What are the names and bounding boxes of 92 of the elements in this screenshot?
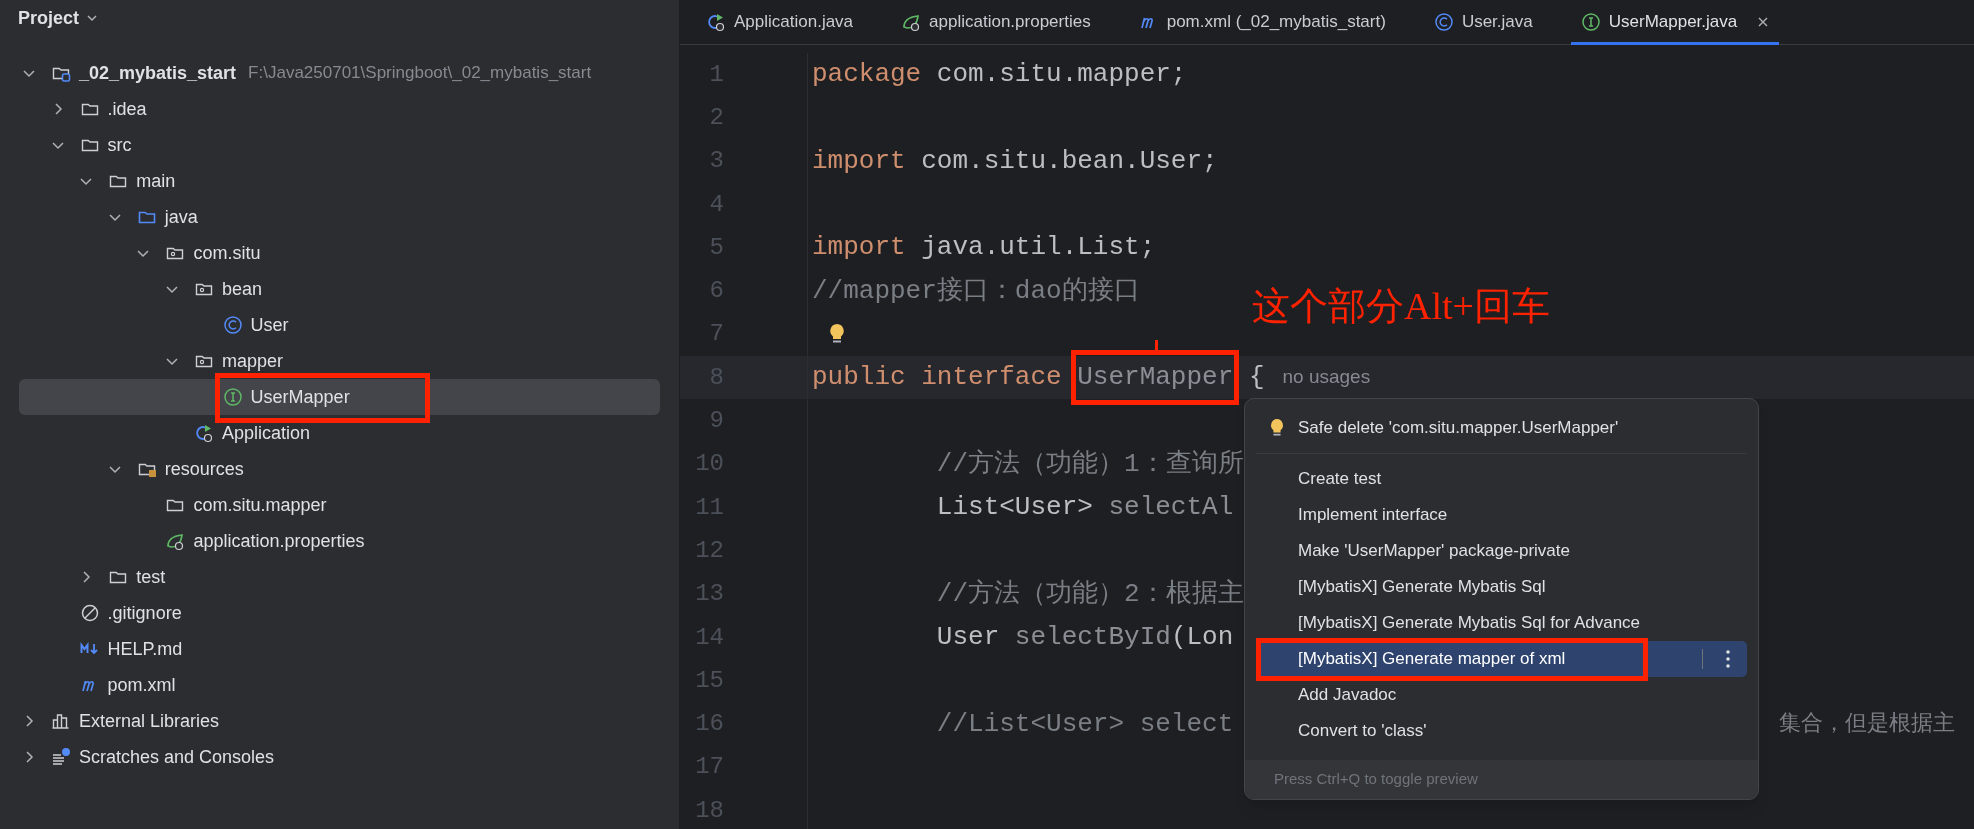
menu-item[interactable]: Add Javadoc bbox=[1256, 677, 1747, 713]
menu-item[interactable]: Convert to 'class' bbox=[1256, 713, 1747, 749]
code-token: //mapper接口：dao的接口 bbox=[812, 274, 1140, 308]
tree-item[interactable]: .gitignore bbox=[19, 595, 660, 631]
item-label: com.situ.mapper bbox=[193, 493, 327, 517]
editor-tab[interactable]: UserMapper.java bbox=[1570, 0, 1780, 44]
tree-item[interactable]: application.properties bbox=[19, 523, 660, 559]
editor-tab[interactable]: User.java bbox=[1423, 0, 1543, 44]
tree-item[interactable]: .idea bbox=[19, 91, 660, 127]
item-label: resources bbox=[164, 457, 244, 481]
item-label: src bbox=[107, 133, 132, 157]
pointer-mark bbox=[1155, 340, 1159, 351]
app-icon bbox=[706, 12, 726, 32]
code-token: List<User> bbox=[935, 491, 1094, 525]
item-label: com.situ bbox=[193, 241, 261, 265]
tree-item[interactable]: resources bbox=[19, 451, 660, 487]
class-icon bbox=[1433, 12, 1454, 32]
item-label: User bbox=[250, 313, 289, 337]
tree-item[interactable]: HELP.md bbox=[19, 631, 660, 667]
popup-footer: Press Ctrl+Q to toggle preview bbox=[1245, 760, 1758, 799]
scratches-icon bbox=[51, 747, 71, 767]
tree-item[interactable]: Scratches and Consoles bbox=[19, 739, 660, 775]
code-token: package bbox=[812, 58, 922, 92]
menu-item[interactable]: Make 'UserMapper' package-private bbox=[1256, 533, 1747, 569]
item-label: HELP.md bbox=[107, 637, 183, 661]
more-icon[interactable] bbox=[1725, 649, 1731, 669]
code-token: { bbox=[1247, 361, 1265, 395]
item-label: application.properties bbox=[193, 529, 365, 553]
editor-tab[interactable]: application.properties bbox=[891, 0, 1101, 44]
code-token: //方法（功能）1：查询所 bbox=[935, 447, 1244, 481]
item-label: bean bbox=[222, 277, 263, 301]
tree-item[interactable]: pom.xml bbox=[19, 667, 660, 703]
code-token: //List<User> select bbox=[935, 707, 1234, 741]
code-token: selectAl bbox=[1108, 491, 1234, 525]
panel-title[interactable]: Project bbox=[18, 4, 80, 32]
tree-item[interactable]: User bbox=[19, 307, 660, 343]
item-label: .idea bbox=[107, 97, 147, 121]
item-label: Application bbox=[222, 421, 311, 445]
code-token: public interface bbox=[812, 361, 1063, 395]
menu-item[interactable]: [MybatisX] Generate Mybatis Sql for Advance bbox=[1256, 605, 1747, 641]
class-icon bbox=[222, 315, 243, 335]
tree-item[interactable]: main bbox=[19, 163, 660, 199]
item-label: java bbox=[164, 205, 198, 229]
item-label: pom.xml bbox=[107, 673, 176, 697]
editor-tab[interactable]: Application.java bbox=[696, 0, 864, 44]
tree-item[interactable]: com.situ.mapper bbox=[19, 487, 660, 523]
code-token: User bbox=[935, 621, 1001, 654]
code-token: selectById bbox=[1014, 621, 1171, 654]
tree-item[interactable]: mapper bbox=[19, 343, 660, 379]
code-token: com.situ.mapper; bbox=[935, 58, 1187, 92]
code-token: (Lon bbox=[1170, 621, 1234, 654]
lightbulb-icon bbox=[1269, 417, 1285, 439]
annotation-text: 这个部分Alt+回车 bbox=[1252, 284, 1550, 329]
item-label: main bbox=[136, 169, 176, 193]
menu-item[interactable]: Safe delete 'com.situ.mapper.UserMapper' bbox=[1256, 410, 1747, 446]
code-token: 集合，但是根据主 bbox=[1779, 710, 1955, 739]
app-icon bbox=[194, 423, 214, 443]
code-token: import bbox=[812, 231, 906, 265]
blocked-icon bbox=[79, 603, 100, 623]
interface-icon bbox=[1580, 12, 1601, 32]
library-icon bbox=[51, 711, 71, 731]
inlay-hint: no usages bbox=[1282, 365, 1371, 390]
code-token: com.situ.bean.User; bbox=[920, 144, 1218, 178]
menu-item[interactable]: [MybatisX] Generate Mybatis Sql bbox=[1256, 569, 1747, 605]
module-path: F:\Java250701\Springboot\_02_mybatis_start bbox=[248, 62, 592, 85]
item-label: test bbox=[136, 565, 166, 589]
tree-item[interactable]: Application bbox=[19, 415, 660, 451]
item-label: mapper bbox=[222, 349, 284, 373]
item-label: Scratches and Consoles bbox=[79, 745, 275, 769]
editor-tab[interactable]: pom.xml (_02_mybatis_start) bbox=[1128, 0, 1396, 44]
item-label: External Libraries bbox=[79, 709, 220, 733]
item-label: .gitignore bbox=[107, 601, 182, 625]
leaf-icon bbox=[165, 531, 186, 551]
item-label: _02_mybatis_start bbox=[79, 61, 237, 85]
code-token: java.util.List; bbox=[920, 231, 1156, 265]
menu-item[interactable]: Create test bbox=[1256, 461, 1747, 497]
menu-item[interactable]: Implement interface bbox=[1256, 497, 1747, 533]
tree-item[interactable]: java bbox=[19, 199, 660, 235]
interface-icon bbox=[222, 387, 243, 407]
close-icon[interactable] bbox=[1757, 16, 1770, 28]
code-token: UserMapper bbox=[1077, 362, 1234, 393]
tree-item[interactable]: test bbox=[19, 559, 660, 595]
tree-item[interactable]: External Libraries bbox=[19, 703, 660, 739]
tree-item[interactable]: src bbox=[19, 127, 660, 163]
code-token: import bbox=[812, 144, 906, 178]
item-label: UserMapper bbox=[250, 385, 350, 409]
tree-item[interactable]: bean bbox=[19, 271, 660, 307]
code-token: //方法（功能）2：根据主 bbox=[935, 577, 1244, 611]
tree-item[interactable]: UserMapper bbox=[19, 379, 660, 415]
tree-item[interactable]: _02_mybatis_start F:\Java250701\Springboot\_02_mybatis_start bbox=[19, 55, 660, 91]
tree-item[interactable]: com.situ bbox=[19, 235, 660, 271]
leaf-icon bbox=[901, 12, 922, 32]
